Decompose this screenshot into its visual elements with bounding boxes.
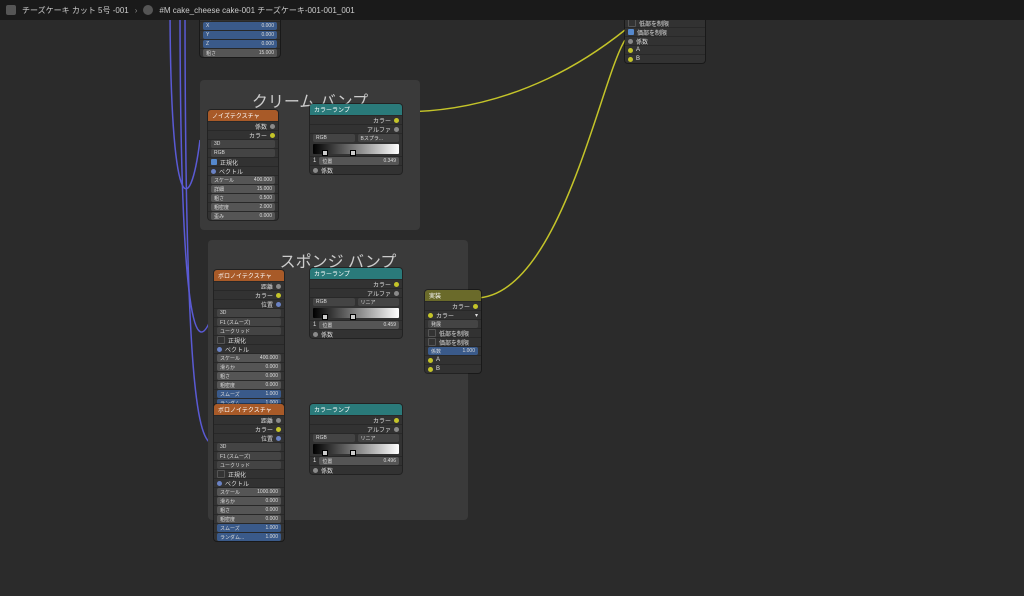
slider-soseido[interactable]: 粗密度2.000 [211, 203, 275, 211]
node-header[interactable]: カラーランプ [310, 404, 402, 415]
slider-rough[interactable]: 粗さ0.000 [217, 372, 281, 380]
slider-pos[interactable]: 位置0.349 [319, 157, 399, 165]
gradient-ramp[interactable] [313, 308, 399, 318]
socket-pos[interactable] [276, 302, 281, 307]
slider-detail[interactable]: 詳細15.000 [211, 185, 275, 193]
gradient-ramp[interactable] [313, 444, 399, 454]
chk-lo[interactable] [628, 19, 636, 27]
slider-fac[interactable]: 係数1.000 [428, 347, 478, 355]
slider-rough[interactable]: 粗さ0.500 [211, 194, 275, 202]
slider-pos[interactable]: 位置0.496 [319, 457, 399, 465]
socket-vec[interactable] [217, 481, 222, 486]
out-fac: 係数 [208, 121, 278, 130]
gradient-ramp[interactable] [313, 144, 399, 154]
socket-dist[interactable] [276, 284, 281, 289]
socket-vec[interactable] [217, 347, 222, 352]
slider-pos[interactable]: 位置0.459 [319, 321, 399, 329]
socket-vector[interactable] [211, 169, 216, 174]
node-colorramp-2[interactable]: カラーランプ カラー アルファ RGBリニア 1位置0.459 係数 [310, 268, 402, 338]
node-mix[interactable]: 実装 カラー カラー▾ 発展 低部を制限 価部を制限 係数1.000 A B [425, 290, 481, 373]
node-header[interactable]: 実装 [425, 290, 481, 301]
socket-b[interactable] [628, 57, 633, 62]
breadcrumb-header: チーズケーキ カット 5号 -001 › #M cake_cheese cake… [0, 0, 1024, 20]
object-icon [6, 5, 16, 15]
node-canvas[interactable]: ベクトル X0.000 Y0.000 Z0.000 粗さ15.000 カラー▾ … [0, 20, 1024, 576]
sel-ease[interactable]: Bスプラ... [358, 134, 400, 142]
chk-lo[interactable] [428, 329, 436, 337]
socket-color[interactable] [394, 418, 399, 423]
sel-lin[interactable]: リニア [358, 434, 400, 442]
chk-hi[interactable] [628, 29, 634, 35]
slider-scale[interactable]: スケール400.000 [217, 354, 281, 362]
node-voronoi-1[interactable]: ボロノイテクスチャ 距離 カラー 位置 3D F1 (スムーズ) ユークリッド … [214, 270, 284, 407]
chk-norm[interactable] [217, 336, 225, 344]
slider-z[interactable]: Z0.000 [203, 40, 277, 48]
material-icon [143, 5, 153, 15]
sel-rgb[interactable]: RGB [313, 298, 355, 306]
slider-y[interactable]: Y0.000 [203, 31, 277, 39]
node-header[interactable]: ボロノイテクスチャ [214, 270, 284, 281]
sel-f1[interactable]: F1 (スムーズ) [217, 318, 281, 326]
crumb-1[interactable]: チーズケーキ カット 5号 -001 [22, 5, 129, 16]
chk-hi[interactable] [428, 338, 436, 346]
node-colorramp-3[interactable]: カラーランプ カラー アルファ RGBリニア 1位置0.496 係数 [310, 404, 402, 474]
socket-a[interactable] [394, 291, 399, 296]
sel-rgb[interactable]: RGB [211, 149, 275, 157]
node-header[interactable]: ボロノイテクスチャ [214, 404, 284, 415]
node-noise-tex[interactable]: ノイズテクスチャ 係数 カラー 3D RGB 正規化 ベクトル スケール400.… [208, 110, 278, 220]
socket-color[interactable] [394, 282, 399, 287]
node-header[interactable]: ノイズテクスチャ [208, 110, 278, 121]
socket-a[interactable] [628, 48, 633, 53]
out-color: カラー [310, 115, 402, 124]
out-color: カラー [208, 130, 278, 139]
socket-color[interactable] [276, 293, 281, 298]
sel-rgb[interactable]: RGB [313, 134, 355, 142]
node-header[interactable]: カラーランプ [310, 104, 402, 115]
node-voronoi-2[interactable]: ボロノイテクスチャ 距離 カラー 位置 3D F1 (スムーズ) ユークリッド … [214, 404, 284, 541]
slider-smoo[interactable]: スムーズ1.000 [217, 390, 281, 398]
out-alpha: アルファ [310, 124, 402, 133]
sel-euclid[interactable]: ユークリッド [217, 461, 281, 469]
chk-norm[interactable] [217, 470, 225, 478]
socket-color[interactable] [276, 427, 281, 432]
socket-dist[interactable] [276, 418, 281, 423]
slider-detail[interactable]: 滑らか0.000 [217, 363, 281, 371]
socket-b[interactable] [428, 367, 433, 372]
slider-distort[interactable]: 歪み0.000 [211, 212, 275, 220]
socket-fac[interactable] [313, 168, 318, 173]
slider-detail[interactable]: 粗さ15.000 [203, 49, 277, 57]
slider-r[interactable]: 粗さ0.000 [217, 506, 281, 514]
socket-pos[interactable] [276, 436, 281, 441]
sel-3d[interactable]: 3D [217, 309, 281, 317]
socket-fac[interactable] [313, 468, 318, 473]
sel-3d[interactable]: 3D [217, 443, 281, 451]
slider-smoo[interactable]: スムーズ1.000 [217, 524, 281, 532]
socket-fac[interactable] [628, 39, 633, 44]
crumb-2[interactable]: #M cake_cheese cake-001 チーズケーキ-001-001_0… [159, 5, 354, 16]
slider-scale[interactable]: スケール400.000 [211, 176, 275, 184]
socket-out[interactable] [473, 304, 478, 309]
slider-soseido[interactable]: 粗密度0.000 [217, 381, 281, 389]
sel-lin[interactable]: リニア [358, 298, 400, 306]
sel-f1[interactable]: F1 (スムーズ) [217, 452, 281, 460]
slider-rand[interactable]: ランダム...1.000 [217, 533, 281, 541]
chevron-right-icon: › [135, 6, 138, 15]
sel-3d[interactable]: 3D [211, 140, 275, 148]
socket-a[interactable] [428, 358, 433, 363]
node-colorramp-1[interactable]: カラーランプ カラー アルファ RGBBスプラ... 1位置0.349 係数 [310, 104, 402, 174]
slider-scale[interactable]: スケール1000.000 [217, 488, 281, 496]
sel-mode[interactable]: 発展 [428, 320, 478, 328]
slider-x[interactable]: X0.000 [203, 22, 277, 30]
sel-euclid[interactable]: ユークリッド [217, 327, 281, 335]
socket-alpha[interactable] [394, 427, 399, 432]
chk-normalize[interactable] [211, 159, 217, 165]
slider-sm[interactable]: 滑らか0.000 [217, 497, 281, 505]
socket-fac[interactable] [313, 332, 318, 337]
node-header[interactable]: カラーランプ [310, 268, 402, 279]
slider-so[interactable]: 粗密度0.000 [217, 515, 281, 523]
sel-rgb[interactable]: RGB [313, 434, 355, 442]
socket-col[interactable] [428, 313, 433, 318]
